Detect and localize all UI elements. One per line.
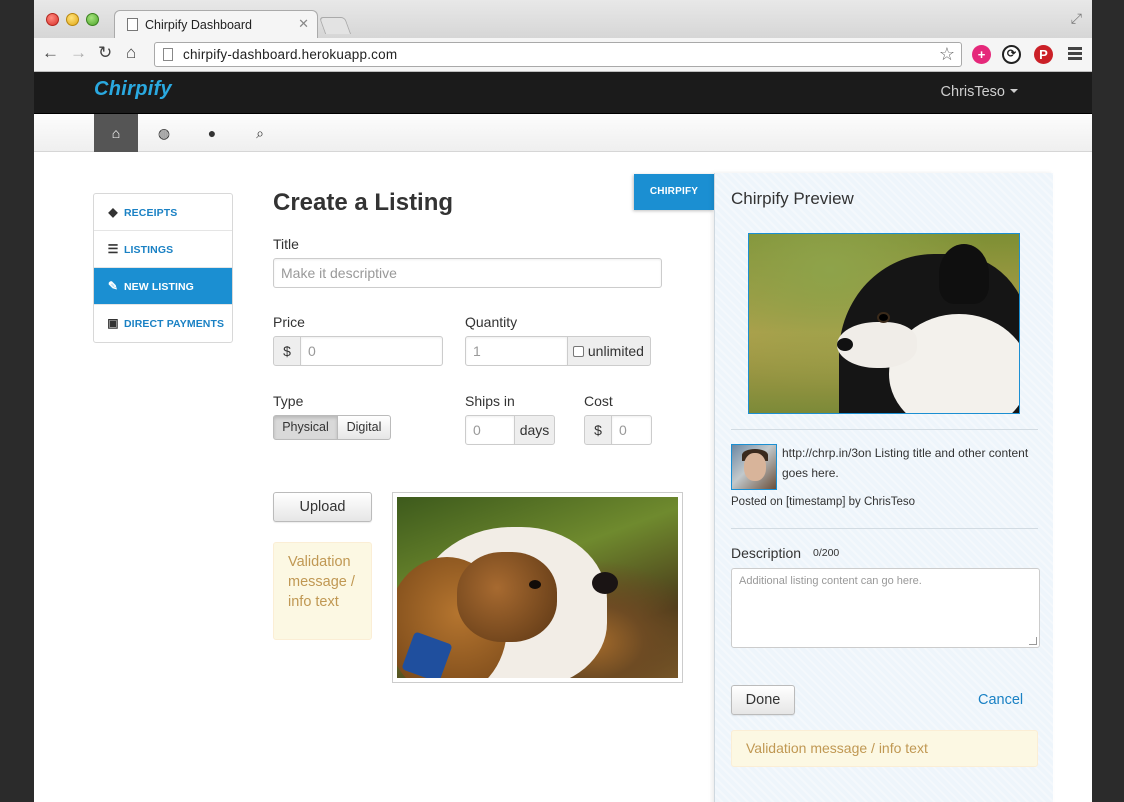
extension-sync-icon[interactable]: ⟳	[1002, 45, 1021, 64]
browser-tab[interactable]: Chirpify Dashboard ✕	[114, 10, 318, 39]
unlimited-addon[interactable]: unlimited	[567, 336, 651, 366]
address-bar[interactable]: chirpify-dashboard.herokuapp.com ☆	[154, 42, 962, 67]
zoom-window-button[interactable]	[86, 13, 99, 26]
preview-panel: Chirpify Preview http://chrp.in/3on List…	[714, 173, 1053, 802]
preview-image	[748, 233, 1020, 414]
sidebar-item-label: NEW LISTING	[124, 281, 194, 293]
description-textarea[interactable]: Additional listing content can go here.	[731, 568, 1040, 648]
description-char-count: 0/200	[813, 547, 840, 559]
tag-icon: ◆	[108, 205, 118, 219]
ships-in-label: Ships in	[465, 393, 515, 409]
description-label: Description	[731, 545, 802, 561]
browser-toolbar: ← → ↻ ⌂ chirpify-dashboard.herokuapp.com…	[34, 38, 1092, 72]
title-input[interactable]: Make it descriptive	[273, 258, 662, 288]
sidebar-item-listings[interactable]: ☰ LISTINGS	[94, 231, 232, 268]
unlimited-checkbox[interactable]	[573, 346, 584, 357]
extension-plus-icon[interactable]: +	[972, 45, 991, 64]
page-title: Create a Listing	[273, 189, 454, 216]
back-arrow-icon[interactable]: ←	[42, 43, 59, 63]
fullscreen-icon[interactable]: ⤢	[1071, 10, 1082, 27]
browser-tabbar: Chirpify Dashboard ✕ ⤢	[34, 0, 1092, 39]
user-name: ChrisTeso	[940, 84, 1005, 100]
nav-user[interactable]: ●	[190, 114, 234, 152]
user-menu[interactable]: ChrisTeso	[941, 84, 1018, 100]
close-window-button[interactable]	[46, 13, 59, 26]
price-input[interactable]: 0	[300, 336, 443, 366]
title-label: Title	[273, 236, 299, 252]
cost-input[interactable]: 0	[611, 415, 652, 445]
ships-in-input[interactable]: 0	[465, 415, 515, 445]
type-digital-button[interactable]: Digital	[337, 415, 391, 440]
dog-photo	[397, 497, 678, 678]
document-icon	[127, 18, 138, 31]
divider	[731, 528, 1038, 529]
sidebar-item-label: RECEIPTS	[124, 207, 178, 219]
sidebar-item-label: DIRECT PAYMENTS	[124, 318, 225, 330]
preview-post-text: http://chrp.in/3on Listing title and oth…	[782, 446, 1029, 480]
bookmark-star-icon[interactable]: ☆	[939, 44, 955, 65]
pencil-icon: ✎	[107, 279, 119, 293]
validation-message: Validation message / info text	[273, 542, 372, 640]
posted-meta: Posted on [timestamp] by ChrisTeso	[731, 496, 916, 508]
user-icon: ●	[207, 125, 217, 141]
tab-close-icon[interactable]: ✕	[298, 16, 309, 32]
unlimited-label: unlimited	[587, 343, 644, 359]
chirpify-preview-tab[interactable]: CHIRPIFY	[634, 174, 714, 210]
sub-navigation: ⌂ ◍ ● ⌕	[34, 114, 1092, 152]
puppy-photo	[749, 234, 1019, 413]
price-currency-addon: $	[273, 336, 301, 366]
gift-icon: ▣	[107, 316, 119, 330]
sidebar-item-new-listing[interactable]: ✎ NEW LISTING	[94, 268, 232, 305]
browser-menu-icon[interactable]	[1068, 47, 1082, 62]
sidebar-nav: ◆ RECEIPTS ☰ LISTINGS ✎ NEW LISTING ▣ DIRECT…	[93, 193, 233, 343]
nav-globe[interactable]: ◍	[142, 114, 186, 152]
sidebar-item-receipts[interactable]: ◆ RECEIPTS	[94, 194, 232, 231]
resize-grip-icon[interactable]	[1029, 637, 1037, 645]
nav-search[interactable]: ⌕	[238, 114, 282, 152]
globe-icon: ◍	[157, 125, 171, 141]
upload-button[interactable]: Upload	[273, 492, 372, 522]
type-physical-button[interactable]: Physical	[273, 415, 338, 440]
logo-text: Chirpify	[94, 78, 172, 100]
sidebar-item-label: LISTINGS	[124, 244, 174, 256]
ships-days-addon: days	[514, 415, 555, 445]
list-icon: ☰	[107, 242, 119, 256]
page-icon	[163, 48, 173, 61]
minimize-window-button[interactable]	[66, 13, 79, 26]
forward-arrow-icon[interactable]: →	[70, 43, 87, 63]
url-text: chirpify-dashboard.herokuapp.com	[183, 47, 398, 62]
preview-validation-message: Validation message / info text	[731, 730, 1038, 767]
cost-label: Cost	[584, 393, 613, 409]
avatar	[731, 444, 777, 490]
price-label: Price	[273, 314, 305, 330]
new-tab-button[interactable]	[318, 17, 352, 34]
divider	[731, 429, 1038, 430]
search-icon: ⌕	[256, 125, 264, 141]
caret-down-icon	[1010, 89, 1018, 93]
cancel-link[interactable]: Cancel	[978, 692, 1023, 708]
nav-home[interactable]: ⌂	[94, 114, 138, 152]
home-icon: ⌂	[111, 125, 121, 141]
reload-icon[interactable]: ↻	[98, 43, 112, 63]
type-label: Type	[273, 393, 304, 409]
done-button[interactable]: Done	[731, 685, 795, 715]
app-topbar: Chirpify ChrisTeso	[34, 72, 1092, 114]
quantity-input[interactable]: 1	[465, 336, 568, 366]
home-icon[interactable]: ⌂	[126, 43, 136, 63]
cost-currency-addon: $	[584, 415, 612, 445]
description-placeholder: Additional listing content can go here.	[739, 575, 922, 587]
browser-window: Chirpify Dashboard ✕ ⤢ ← → ↻ ⌂ chirpify-…	[34, 0, 1092, 802]
pinterest-icon[interactable]: P	[1034, 45, 1053, 64]
chirpify-logo[interactable]: Chirpify	[94, 78, 172, 101]
sidebar-item-direct-payments[interactable]: ▣ DIRECT PAYMENTS	[94, 305, 232, 342]
listing-image-thumbnail[interactable]	[392, 492, 683, 683]
preview-title: Chirpify Preview	[731, 189, 854, 208]
tab-title: Chirpify Dashboard	[145, 18, 252, 32]
quantity-label: Quantity	[465, 314, 518, 330]
